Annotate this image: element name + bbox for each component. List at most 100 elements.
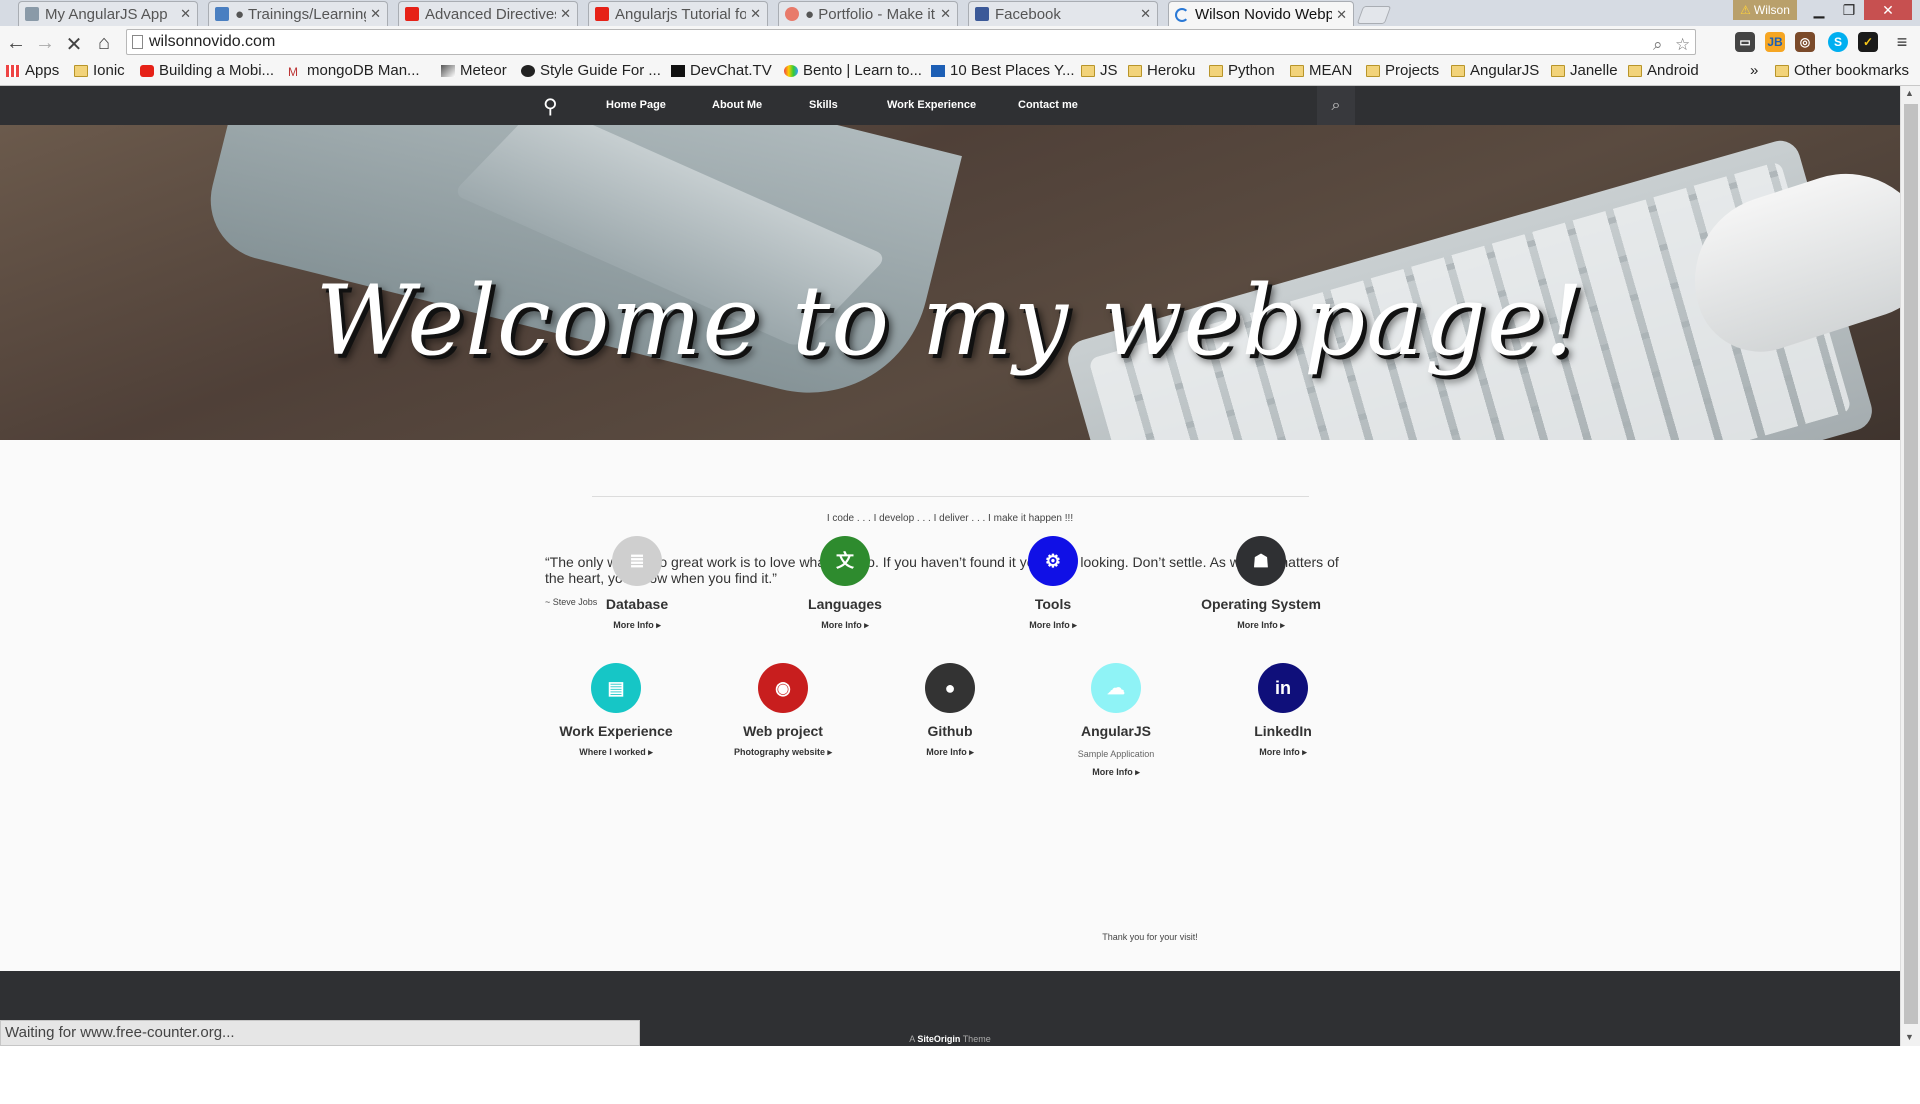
meteor-icon (441, 64, 455, 77)
feature-linkedin: in LinkedIn More Info ▸ (1203, 663, 1363, 758)
bookmark-label: Bento | Learn to... (803, 62, 922, 79)
loading-spinner-icon (1175, 7, 1189, 22)
jetbrains-icon[interactable]: JB (1765, 32, 1785, 52)
nav-about-me[interactable]: About Me (712, 99, 762, 111)
bookmark-ionic[interactable]: Ionic (74, 62, 125, 79)
bookmarks-overflow-button[interactable]: » (1750, 62, 1758, 79)
cast-icon[interactable]: ▭ (1735, 32, 1755, 52)
scroll-down-icon[interactable]: ▼ (1905, 1032, 1914, 1042)
bookmark-10-best-places[interactable]: 10 Best Places Y... (931, 62, 1075, 79)
youtube-icon (595, 7, 609, 21)
site-icon (931, 64, 945, 77)
tab-my-angularjs-app[interactable]: My AngularJS App ✕ (18, 1, 198, 26)
todo-icon[interactable]: ✓ (1858, 32, 1878, 52)
bookmark-heroku[interactable]: Heroku (1128, 62, 1195, 79)
bookmark-devchat[interactable]: DevChat.TV (671, 62, 772, 79)
more-info-link[interactable]: More Info ▸ (557, 620, 717, 631)
close-icon[interactable]: ✕ (180, 6, 191, 22)
page-icon (25, 7, 39, 21)
hero-title: Welcome to my webpage! (315, 265, 1585, 377)
more-info-link[interactable]: More Info ▸ (973, 620, 1133, 631)
nav-skills[interactable]: Skills (809, 99, 838, 111)
cloud-icon[interactable]: ☁ (1091, 663, 1141, 713)
instagram-icon[interactable]: ◎ (1795, 32, 1815, 52)
scroll-up-icon[interactable]: ▲ (1905, 88, 1914, 98)
folder-icon (1209, 64, 1223, 77)
linkedin-icon[interactable]: in (1258, 663, 1308, 713)
bookmark-js[interactable]: JS (1081, 62, 1118, 79)
back-icon[interactable]: ← (4, 32, 28, 55)
close-icon[interactable]: ✕ (370, 6, 381, 22)
menu-icon[interactable]: ≡ (1892, 32, 1912, 52)
skype-icon[interactable]: S (1828, 32, 1848, 52)
github-icon[interactable]: ● (925, 663, 975, 713)
facebook-icon (975, 7, 989, 21)
tab-wilson-novido[interactable]: Wilson Novido Webp ✕ (1168, 1, 1354, 27)
search-icon[interactable]: ⌕ (1317, 86, 1355, 125)
more-info-link[interactable]: More Info ▸ (1036, 767, 1196, 778)
feature-title: Github (927, 723, 973, 739)
profile-name: Wilson (1753, 3, 1790, 17)
window-close-button[interactable]: ✕ (1864, 0, 1912, 20)
nav-contact-me[interactable]: Contact me (1018, 99, 1078, 111)
close-icon[interactable]: ✕ (750, 6, 761, 22)
apps-grid-icon (6, 64, 20, 77)
languages-icon[interactable]: 文 (820, 536, 870, 586)
bookmark-label: Janelle (1570, 62, 1618, 79)
camera-icon[interactable]: ◉ (758, 663, 808, 713)
tab-angularjs-tutorial[interactable]: Angularjs Tutorial fo ✕ (588, 1, 768, 26)
close-icon[interactable]: ✕ (1336, 7, 1347, 23)
forward-icon[interactable]: → (33, 32, 57, 55)
page-scrollbar[interactable]: ▲ ▼ (1900, 86, 1920, 1046)
bookmark-mongodb[interactable]: MmongoDB Man... (288, 62, 420, 79)
feature-title: AngularJS (1080, 723, 1151, 739)
scroll-thumb[interactable] (1904, 104, 1918, 1024)
bookmark-style-guide[interactable]: Style Guide For ... (521, 62, 661, 79)
bookmark-star-icon[interactable]: ☆ (1675, 33, 1690, 57)
bookmark-janelle[interactable]: Janelle (1551, 62, 1618, 79)
tab-portfolio[interactable]: ● Portfolio - Make it ✕ (778, 1, 958, 26)
address-bar[interactable]: wilsonnovido.com ⌕ ☆ (126, 29, 1696, 55)
more-info-link[interactable]: More Info ▸ (1203, 747, 1363, 758)
bookmark-python[interactable]: Python (1209, 62, 1275, 79)
bookmark-apps[interactable]: Apps (6, 62, 59, 79)
where-i-worked-link[interactable]: Where I worked ▸ (536, 747, 696, 758)
nav-work-experience[interactable]: Work Experience (887, 99, 976, 111)
more-info-link[interactable]: More Info ▸ (1181, 620, 1341, 631)
tools-icon[interactable]: ⚙ (1028, 536, 1078, 586)
android-icon[interactable]: ☗ (1236, 536, 1286, 586)
minimize-button[interactable]: ▁ (1804, 0, 1834, 20)
photography-website-link[interactable]: Photography website ▸ (703, 747, 863, 758)
siteorigin-link[interactable]: SiteOrigin (917, 1034, 960, 1044)
profile-button[interactable]: ⚠ Wilson (1733, 0, 1797, 20)
site-logo-icon[interactable]: ⚲ (543, 94, 571, 118)
bookmark-projects[interactable]: Projects (1366, 62, 1439, 79)
close-icon[interactable]: ✕ (560, 6, 571, 22)
briefcase-icon[interactable]: ▤ (591, 663, 641, 713)
bookmark-mean[interactable]: MEAN (1290, 62, 1352, 79)
tab-trainings[interactable]: ● Trainings/Learning ✕ (208, 1, 388, 26)
tab-title: Angularjs Tutorial fo (615, 5, 747, 23)
database-icon[interactable]: ≣ (612, 536, 662, 586)
search-icon[interactable]: ⌕ (1653, 33, 1663, 57)
nav-home-page[interactable]: Home Page (606, 99, 666, 111)
close-icon[interactable]: ✕ (1140, 6, 1151, 22)
github-icon (521, 64, 535, 77)
more-info-link[interactable]: More Info ▸ (765, 620, 925, 631)
bookmark-meteor[interactable]: Meteor (441, 62, 507, 79)
bookmark-bento[interactable]: Bento | Learn to... (784, 62, 922, 79)
other-bookmarks[interactable]: Other bookmarks (1775, 62, 1909, 79)
restore-button[interactable]: ❐ (1834, 0, 1864, 20)
stop-icon[interactable]: ✕ (62, 32, 86, 57)
folder-icon (1081, 64, 1095, 77)
more-info-link[interactable]: More Info ▸ (870, 747, 1030, 758)
bookmark-angularjs[interactable]: AngularJS (1451, 62, 1539, 79)
tab-title: ● Portfolio - Make it (805, 5, 935, 23)
home-icon[interactable]: ⌂ (92, 32, 116, 55)
tab-advanced-directives[interactable]: Advanced Directives ✕ (398, 1, 578, 26)
bookmark-building-mobi[interactable]: Building a Mobi... (140, 62, 274, 79)
close-icon[interactable]: ✕ (940, 6, 951, 22)
bookmark-android[interactable]: Android (1628, 62, 1699, 79)
tab-facebook[interactable]: Facebook ✕ (968, 1, 1158, 26)
new-tab-button[interactable] (1356, 6, 1392, 24)
